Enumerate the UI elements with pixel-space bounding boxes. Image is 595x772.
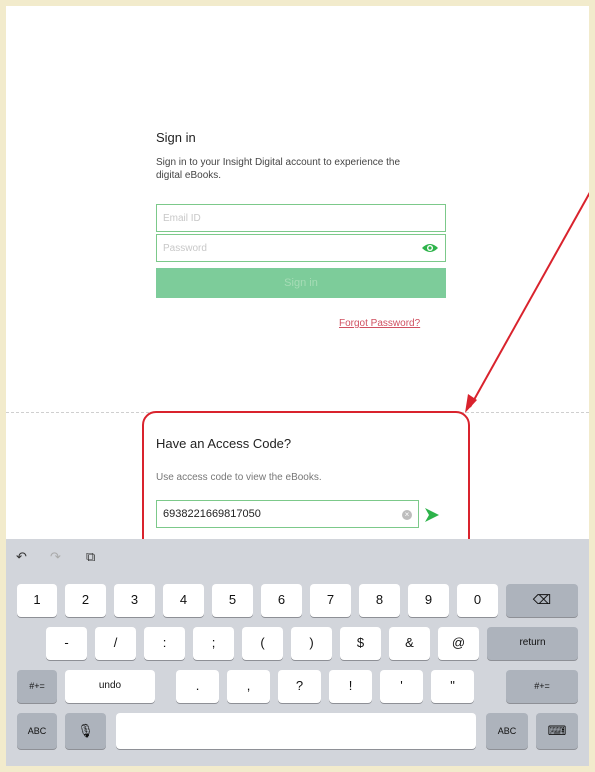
key-8[interactable]: 8	[359, 584, 400, 617]
key-dash[interactable]: -	[46, 627, 87, 660]
app-screen: Sign in Sign in to your Insight Digital …	[6, 6, 589, 766]
key-quote[interactable]: "	[431, 670, 474, 703]
delete-icon: ⌫	[532, 592, 552, 607]
key-dollar[interactable]: $	[340, 627, 381, 660]
forgot-password-link[interactable]: Forgot Password?	[339, 318, 420, 329]
key-apostrophe[interactable]: '	[380, 670, 423, 703]
password-field[interactable]	[156, 234, 446, 262]
access-code-field[interactable]: ×	[156, 500, 419, 528]
abc-key-left[interactable]: ABC	[17, 713, 57, 749]
email-input[interactable]	[157, 205, 403, 231]
screenshot-frame: Sign in Sign in to your Insight Digital …	[0, 0, 595, 772]
submit-arrow-icon[interactable]	[423, 506, 441, 524]
key-6[interactable]: 6	[261, 584, 302, 617]
key-4[interactable]: 4	[163, 584, 204, 617]
key-ampersand[interactable]: &	[389, 627, 430, 660]
symbols-key-left[interactable]: #+=	[17, 670, 57, 703]
undo-icon[interactable]: ↶	[16, 549, 27, 565]
key-at[interactable]: @	[438, 627, 479, 660]
paste-icon[interactable]: ⧉	[86, 549, 95, 565]
onscreen-keyboard: ↶ ↷ ⧉ 1 2 3 4 5 6 7 8 9 0 ⌫ - / : ; ( ) …	[6, 539, 589, 766]
key-7[interactable]: 7	[310, 584, 351, 617]
key-9[interactable]: 9	[408, 584, 449, 617]
clear-icon[interactable]: ×	[402, 510, 412, 520]
access-code-title: Have an Access Code?	[156, 436, 292, 451]
key-3[interactable]: 3	[114, 584, 155, 617]
key-open-paren[interactable]: (	[242, 627, 283, 660]
key-close-paren[interactable]: )	[291, 627, 332, 660]
signin-description: Sign in to your Insight Digital account …	[156, 157, 401, 181]
key-1[interactable]: 1	[17, 584, 57, 617]
redo-icon[interactable]: ↷	[50, 549, 61, 565]
hide-keyboard-key[interactable]: ⌨	[536, 713, 578, 749]
key-colon[interactable]: :	[144, 627, 185, 660]
symbols-key-right[interactable]: #+=	[506, 670, 578, 703]
section-divider	[6, 412, 589, 413]
highlight-box	[142, 411, 470, 557]
return-key[interactable]: return	[487, 627, 578, 660]
keyboard-hide-icon: ⌨	[547, 723, 567, 738]
email-field[interactable]	[156, 204, 446, 232]
access-code-description: Use access code to view the eBooks.	[156, 472, 322, 483]
password-input[interactable]	[157, 235, 403, 261]
access-code-input[interactable]	[157, 501, 383, 527]
key-2[interactable]: 2	[65, 584, 106, 617]
key-period[interactable]: .	[176, 670, 219, 703]
key-0[interactable]: 0	[457, 584, 498, 617]
signin-button[interactable]: Sign in	[156, 268, 446, 298]
key-slash[interactable]: /	[95, 627, 136, 660]
key-comma[interactable]: ,	[227, 670, 270, 703]
key-exclamation[interactable]: !	[329, 670, 372, 703]
signin-title: Sign in	[156, 130, 196, 145]
eye-icon[interactable]	[421, 242, 439, 254]
key-5[interactable]: 5	[212, 584, 253, 617]
abc-key-right[interactable]: ABC	[486, 713, 528, 749]
space-key[interactable]	[116, 713, 476, 749]
dictation-key[interactable]: 🎙	[65, 713, 106, 749]
key-question[interactable]: ?	[278, 670, 321, 703]
microphone-icon: 🎙	[77, 723, 94, 738]
undo-key[interactable]: undo	[65, 670, 155, 703]
key-semicolon[interactable]: ;	[193, 627, 234, 660]
delete-key[interactable]: ⌫	[506, 584, 578, 617]
